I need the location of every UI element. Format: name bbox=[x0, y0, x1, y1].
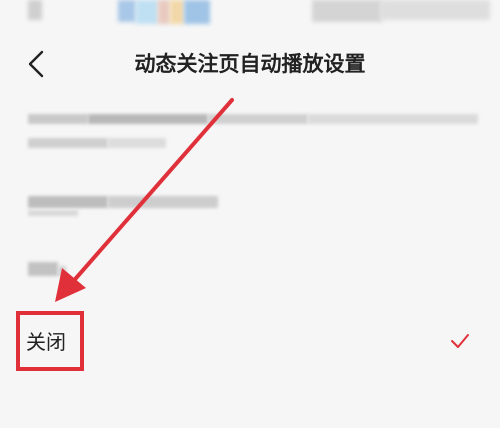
page-title: 动态关注页自动播放设置 bbox=[134, 52, 366, 76]
annotation-highlight-box bbox=[16, 311, 84, 371]
checkmark-icon bbox=[451, 334, 469, 348]
option-row-1[interactable] bbox=[0, 108, 500, 164]
option-row-2[interactable] bbox=[0, 186, 500, 226]
option-row-3[interactable] bbox=[0, 256, 500, 286]
settings-screen: 动态关注页自动播放设置 关闭 bbox=[0, 0, 500, 428]
blurred-top-strip bbox=[0, 0, 500, 28]
